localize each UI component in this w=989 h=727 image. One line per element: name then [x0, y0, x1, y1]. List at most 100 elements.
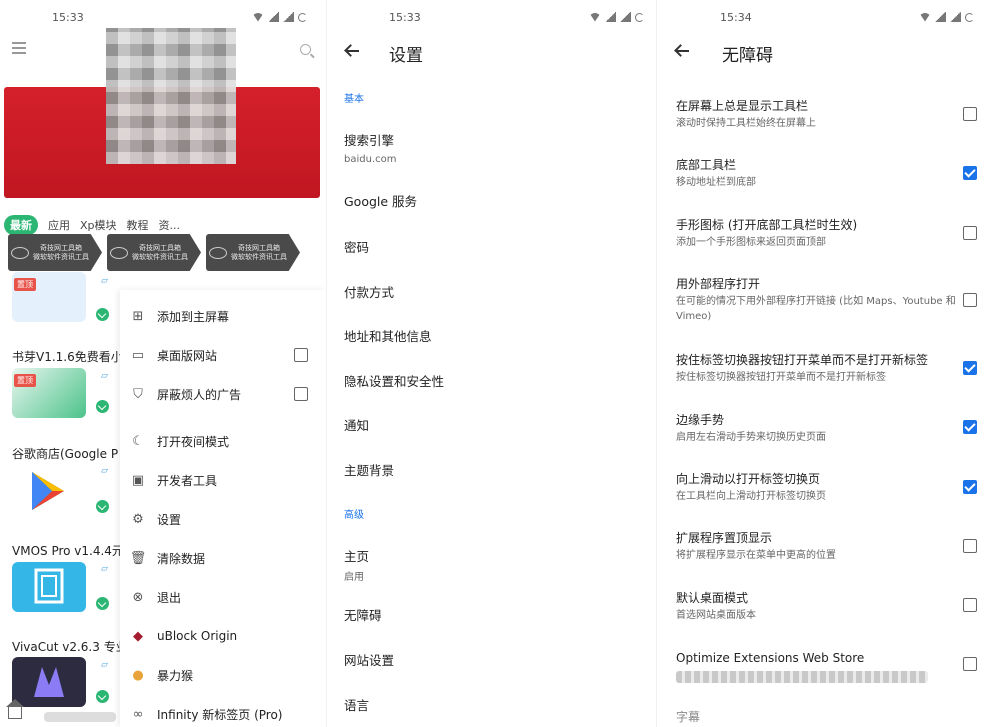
setting-title: 搜索引擎	[344, 133, 395, 148]
menu-item-block-ads[interactable]: ⛉ 屏蔽烦人的广告	[120, 379, 326, 409]
setting-addresses[interactable]: 地址和其他信息	[344, 326, 644, 345]
option-hand-icon[interactable]: 手形图标 (打开底部工具栏时生效) 添加一个手形图标来返回页面顶部	[676, 217, 956, 250]
app-title[interactable]: 书芽V1.1.6免费看小	[12, 348, 122, 365]
download-icon[interactable]	[96, 597, 109, 610]
extensions-top-checkbox[interactable]	[963, 539, 977, 553]
tab-xp-modules[interactable]: Xp模块	[80, 217, 117, 233]
edge-gestures-checkbox[interactable]	[963, 420, 977, 434]
open-external-checkbox[interactable]	[963, 293, 977, 307]
tab-resources[interactable]: 资...	[159, 217, 181, 233]
tab-tutorials[interactable]: 教程	[127, 217, 149, 233]
setting-google-services[interactable]: Google 服务	[344, 191, 644, 210]
option-subtitle: 将扩展程序显示在菜单中更高的位置	[676, 550, 836, 561]
battery-icon	[635, 12, 644, 22]
option-title: Optimize Extensions Web Store	[676, 651, 865, 665]
menu-item-violentmonkey[interactable]: ● 暴力猴	[120, 660, 326, 690]
accessibility-panel: 15:34 无障碍 在屏幕上总是显示工具栏 滚动时保持工具栏始终在屏幕上 底部工…	[656, 0, 989, 727]
option-title: 用外部程序打开	[676, 277, 761, 291]
download-icon[interactable]	[96, 690, 109, 703]
option-title: 默认桌面模式	[676, 591, 749, 605]
app-title[interactable]: 谷歌商店(Google P	[12, 445, 122, 462]
back-arrow-icon[interactable]	[345, 44, 359, 58]
desktop-site-checkbox[interactable]	[294, 348, 308, 362]
option-title: 向上滑动以打开标签切换页	[676, 472, 821, 486]
qr-code-image	[106, 28, 236, 164]
ublock-icon: ◆	[133, 628, 143, 644]
option-subtitle: 移动地址栏到底部	[676, 177, 756, 188]
home-icon[interactable]	[6, 699, 24, 719]
option-always-show-toolbar[interactable]: 在屏幕上总是显示工具栏 滚动时保持工具栏始终在屏幕上	[676, 98, 956, 131]
bottom-toolbar-checkbox[interactable]	[963, 166, 977, 180]
tab-switcher-menu-checkbox[interactable]	[963, 361, 977, 375]
option-optimize-extensions[interactable]: Optimize Extensions Web Store	[676, 650, 956, 666]
app-title[interactable]: VMOS Pro v1.4.4元	[12, 542, 122, 559]
hand-icon-checkbox[interactable]	[963, 226, 977, 240]
setting-passwords[interactable]: 密码	[344, 237, 644, 256]
always-show-toolbar-checkbox[interactable]	[963, 107, 977, 121]
tab-latest[interactable]: 最新	[4, 215, 38, 235]
option-open-external[interactable]: 用外部程序打开 在可能的情况下用外部程序打开链接 (比如 Maps、Youtub…	[676, 276, 956, 324]
status-bar: 15:34	[657, 10, 989, 28]
option-swipe-up-tabs[interactable]: 向上滑动以打开标签切换页 在工具栏向上滑动打开标签切换页	[676, 471, 956, 504]
menu-item-label: uBlock Origin	[157, 629, 238, 643]
tab-apps[interactable]: 应用	[48, 217, 70, 233]
section-footer: 字幕	[676, 710, 701, 724]
download-icon[interactable]	[96, 500, 109, 513]
desktop-mode-checkbox[interactable]	[963, 598, 977, 612]
setting-site-settings[interactable]: 网站设置	[344, 650, 644, 669]
back-arrow-icon[interactable]	[675, 44, 689, 58]
menu-item-ublock[interactable]: ◆ uBlock Origin	[120, 621, 326, 651]
address-bar[interactable]	[44, 712, 116, 722]
setting-subtitle: 启用	[344, 572, 364, 583]
desktop-icon: ▭	[131, 347, 145, 363]
play-store-icon[interactable]	[12, 466, 86, 516]
optimize-extensions-checkbox[interactable]	[963, 657, 977, 671]
battery-icon	[298, 12, 307, 22]
menu-item-exit[interactable]: ⊗ 退出	[120, 582, 326, 612]
section-header-advanced: 高级	[344, 510, 364, 521]
download-icon[interactable]	[96, 400, 109, 413]
search-icon[interactable]	[300, 44, 311, 55]
swipe-up-tabs-checkbox[interactable]	[963, 480, 977, 494]
download-icon[interactable]	[96, 308, 109, 321]
folder-icon: ▱	[101, 564, 108, 574]
setting-languages[interactable]: 语言	[344, 695, 644, 714]
app-title[interactable]: VivaCut v2.6.3 专业	[12, 638, 122, 655]
setting-privacy-security[interactable]: 隐私设置和安全性	[344, 371, 644, 390]
setting-search-engine[interactable]: 搜索引擎 baidu.com	[344, 130, 644, 165]
menu-item-infinity[interactable]: ∞ Infinity 新标签页 (Pro)	[120, 699, 326, 727]
menu-item-night-mode[interactable]: ☾ 打开夜间模式	[120, 426, 326, 456]
option-tab-switcher-menu[interactable]: 按住标签切换器按钮打开菜单而不是打开新标签 按住标签切换器按钮打开菜单而不是打开…	[676, 352, 956, 385]
option-bottom-toolbar[interactable]: 底部工具栏 移动地址栏到底部	[676, 157, 956, 190]
setting-title: 主题背景	[344, 463, 395, 478]
option-desktop-mode[interactable]: 默认桌面模式 首选网站桌面版本	[676, 590, 956, 623]
status-icons	[252, 12, 307, 22]
page-title: 设置	[389, 46, 423, 66]
menu-item-add-to-home[interactable]: ⊞ 添加到主屏幕	[120, 301, 326, 331]
hamburger-menu-icon[interactable]	[12, 42, 26, 54]
browser-overflow-menu: ⊞ 添加到主屏幕 ▭ 桌面版网站 ⛉ 屏蔽烦人的广告 ☾ 打开夜间模式 ▣ 开发…	[120, 290, 326, 727]
setting-payment-methods[interactable]: 付款方式	[344, 282, 644, 301]
option-title: 在屏幕上总是显示工具栏	[676, 99, 809, 113]
setting-themes[interactable]: 主题背景	[344, 460, 644, 479]
vmos-icon[interactable]	[12, 562, 86, 612]
option-edge-gestures[interactable]: 边缘手势 启用左右滑动手势来切换历史页面	[676, 412, 956, 445]
setting-title: 无障碍	[344, 608, 382, 623]
status-time: 15:34	[720, 11, 752, 24]
option-extensions-top[interactable]: 扩展程序置顶显示 将扩展程序显示在菜单中更高的位置	[676, 530, 956, 563]
block-ads-checkbox[interactable]	[294, 387, 308, 401]
menu-item-developer-tools[interactable]: ▣ 开发者工具	[120, 465, 326, 495]
menu-item-label: 设置	[157, 512, 182, 527]
setting-notifications[interactable]: 通知	[344, 415, 644, 434]
menu-item-clear-data[interactable]: 🗑 清除数据	[120, 543, 326, 573]
menu-item-label: 开发者工具	[157, 473, 218, 488]
folder-icon: ▱	[101, 371, 108, 381]
menu-item-desktop-site[interactable]: ▭ 桌面版网站	[120, 340, 326, 370]
menu-item-settings[interactable]: ⚙ 设置	[120, 504, 326, 534]
setting-accessibility[interactable]: 无障碍	[344, 605, 644, 624]
wifi-icon	[252, 12, 264, 22]
setting-title: 地址和其他信息	[344, 329, 432, 344]
setting-title: 网站设置	[344, 653, 395, 668]
setting-homepage[interactable]: 主页 启用	[344, 546, 644, 583]
setting-title: 密码	[344, 240, 370, 255]
